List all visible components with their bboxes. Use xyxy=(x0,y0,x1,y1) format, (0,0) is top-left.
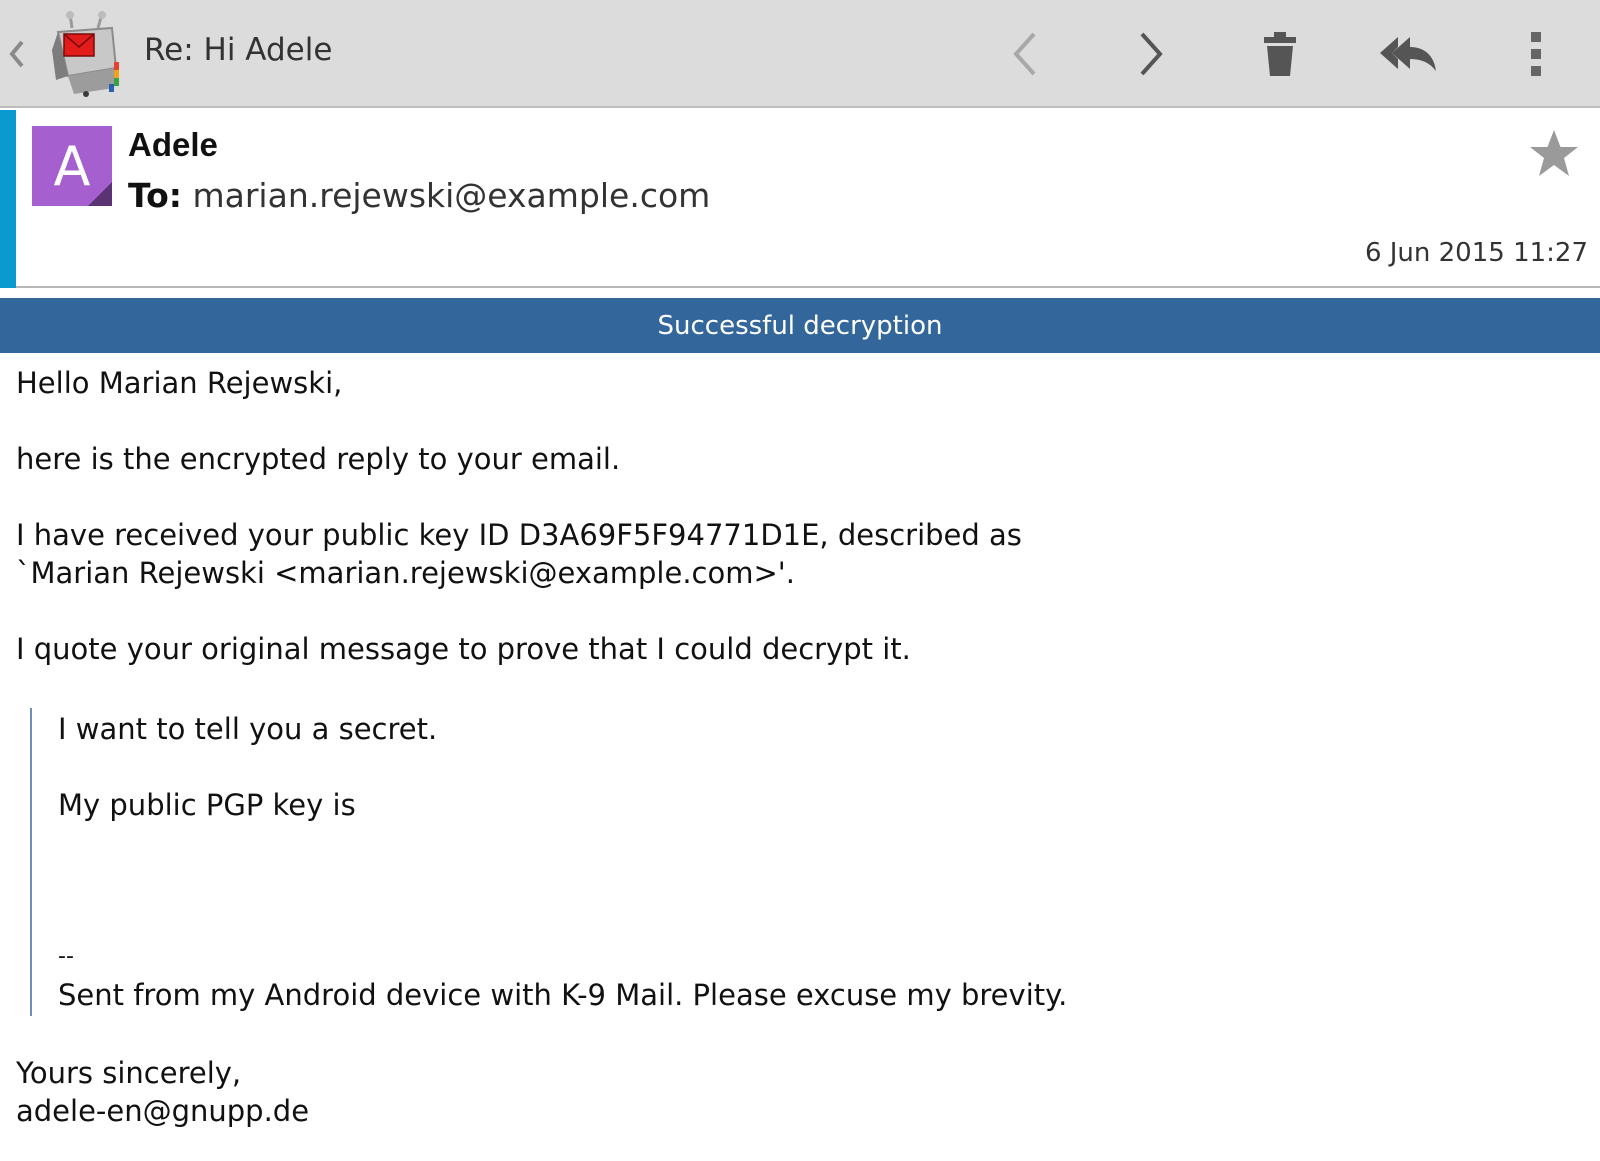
app-logo[interactable] xyxy=(48,10,128,98)
message-timestamp: 6 Jun 2015 11:27 xyxy=(1364,238,1588,268)
decryption-status-banner[interactable]: Successful decryption xyxy=(0,298,1600,353)
reply-all-button[interactable] xyxy=(1376,22,1440,86)
header-divider xyxy=(16,286,1600,288)
next-message-button[interactable] xyxy=(1120,22,1184,86)
next-icon xyxy=(1140,32,1163,76)
quote-line: My public PGP key is xyxy=(58,788,356,822)
body-signature[interactable]: adele-en@gnupp.de xyxy=(16,1092,1586,1130)
quote-signature: Sent from my Android device with K-9 Mai… xyxy=(58,978,1068,1012)
body-line: I quote your original message to prove t… xyxy=(16,632,911,666)
account-color-strip xyxy=(0,110,16,288)
avatar-letter: A xyxy=(53,134,91,198)
reply-all-icon xyxy=(1380,37,1436,71)
decryption-status-text: Successful decryption xyxy=(657,310,943,341)
recipient-line: To: marian.rejewski@example.com xyxy=(128,176,710,215)
body-greeting: Hello Marian Rejewski, xyxy=(16,366,343,400)
body-line: I have received your public key ID D3A69… xyxy=(16,518,1022,552)
message-subject-title: Re: Hi Adele xyxy=(144,32,333,68)
previous-message-button[interactable] xyxy=(992,22,1056,86)
sender-name[interactable]: Adele xyxy=(128,126,218,164)
star-icon xyxy=(1530,130,1578,176)
message-body: Hello Marian Rejewski, here is the encry… xyxy=(16,364,1586,1130)
overflow-menu-icon xyxy=(1531,32,1541,76)
body-line: `Marian Rejewski <marian.rejewski@exampl… xyxy=(16,556,795,590)
signature-separator: -- xyxy=(58,944,74,969)
delete-icon xyxy=(1264,32,1296,76)
overflow-menu-button[interactable] xyxy=(1504,22,1568,86)
avatar-corner xyxy=(88,182,112,206)
previous-icon xyxy=(1013,32,1036,76)
star-toggle[interactable] xyxy=(1526,126,1582,182)
action-bar: Re: Hi Adele xyxy=(0,0,1600,108)
delete-button[interactable] xyxy=(1248,22,1312,86)
body-line: here is the encrypted reply to your emai… xyxy=(16,442,621,476)
up-caret-icon[interactable] xyxy=(6,36,28,72)
avatar[interactable]: A xyxy=(32,126,112,206)
message-header: A Adele To: marian.rejewski@example.com … xyxy=(0,110,1600,290)
quote-line: I want to tell you a secret. xyxy=(58,712,438,746)
body-closing: Yours sincerely, xyxy=(16,1056,242,1090)
recipient-address[interactable]: marian.rejewski@example.com xyxy=(193,176,711,215)
to-label: To: xyxy=(128,176,182,215)
quoted-message: I want to tell you a secret. My public P… xyxy=(30,708,1586,1016)
